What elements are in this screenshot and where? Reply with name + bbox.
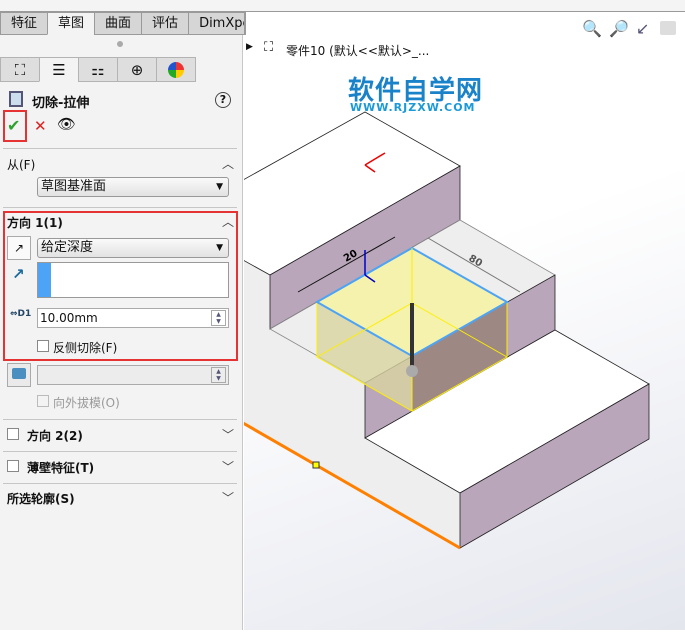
reverse-direction-button[interactable]: ↗ (7, 236, 31, 260)
tree-icon: ⚏ (91, 60, 105, 79)
tab-features[interactable]: 特征 (0, 12, 49, 35)
tab-evaluate[interactable]: 评估 (141, 12, 190, 35)
draft-outward-label: 向外拔模(O) (53, 396, 120, 410)
feature-manager-tab[interactable]: ⛶ (0, 57, 40, 82)
draft-button[interactable] (7, 363, 31, 387)
cut-extrude-icon (9, 91, 23, 107)
dropdown-arrow-icon: ▼ (216, 243, 223, 253)
chevron-down-icon[interactable]: ﹀ (222, 489, 234, 506)
chevron-down-icon[interactable]: ﹀ (222, 458, 234, 475)
direction-selection-box[interactable] (37, 262, 229, 298)
tab-dimxpert-edge (244, 12, 246, 35)
crosshair-icon: ⊕ (130, 60, 144, 79)
depth-icon: ⇔D1 (10, 309, 32, 319)
selection-indicator (38, 263, 51, 297)
tab-surfaces[interactable]: 曲面 (94, 12, 143, 35)
watermark-url: WWW.RJZXW.COM (350, 101, 476, 114)
end-condition-select[interactable]: 给定深度 ▼ (37, 238, 229, 258)
chevron-up-icon[interactable]: ︿ (222, 213, 234, 230)
drag-handle (406, 365, 418, 377)
section-view-icon[interactable] (660, 21, 676, 35)
direction2-section-label: 方向 2(2) (27, 429, 83, 443)
direction1-section-label: 方向 1(1) (7, 216, 63, 230)
configuration-manager-tab[interactable]: ⚏ (78, 57, 118, 82)
chevron-down-icon[interactable]: ﹀ (222, 426, 234, 443)
from-select[interactable]: 草图基准面 ▼ (37, 177, 229, 197)
dropdown-arrow-icon: ▼ (216, 182, 223, 192)
panel-grip[interactable] (117, 41, 123, 47)
depth-value: 10.00mm (40, 311, 98, 325)
direction2-checkbox[interactable] (7, 428, 19, 440)
depth-spinner[interactable]: ▲ ▼ (211, 310, 226, 326)
preview-eye-icon[interactable]: 👁 (57, 115, 76, 133)
depth-input[interactable]: 10.00mm ▲ ▼ (37, 308, 229, 328)
display-manager-tab[interactable] (156, 57, 196, 82)
help-icon[interactable]: ? (215, 92, 231, 108)
zoom-to-fit-icon[interactable]: 🔍 (582, 19, 602, 38)
manager-tabs: ⛶ ☰ ⚏ ⊕ (0, 57, 196, 82)
flip-side-checkbox[interactable] (37, 340, 49, 352)
thin-feature-checkbox[interactable] (7, 460, 19, 472)
cancel-button[interactable]: ✕ (34, 117, 47, 135)
flip-side-label: 反侧切除(F) (53, 341, 118, 355)
divider (3, 451, 237, 452)
divider (3, 148, 237, 149)
tree-expand-arrow-icon[interactable]: ▶ (246, 42, 253, 52)
divider (3, 419, 237, 420)
draft-outward-checkbox[interactable] (37, 395, 49, 407)
selected-contours-section-label: 所选轮廓(S) (7, 492, 75, 506)
top-toolbar-strip (0, 0, 685, 12)
divider (3, 207, 237, 208)
zoom-to-area-icon[interactable]: 🔎 (609, 19, 629, 38)
thin-feature-section-label: 薄壁特征(T) (27, 461, 95, 475)
edge-point-marker (312, 461, 320, 469)
draft-icon (12, 368, 26, 379)
property-manager-tab[interactable]: ☰ (39, 57, 79, 82)
reverse-arrow-icon: ↗ (13, 241, 25, 255)
end-condition-value: 给定深度 (41, 240, 94, 255)
draft-spinner[interactable]: ▲ ▼ (211, 367, 226, 383)
previous-view-icon[interactable]: ↙ (636, 19, 649, 38)
part-icon: ⛶ (14, 60, 26, 79)
tab-sketch[interactable]: 草图 (47, 12, 96, 35)
dimxpert-manager-tab[interactable]: ⊕ (117, 57, 157, 82)
from-section-label: 从(F) (7, 158, 36, 172)
chevron-up-icon[interactable]: ︿ (222, 155, 234, 172)
ok-button[interactable]: ✔ (7, 116, 20, 135)
list-icon: ☰ (52, 60, 66, 79)
divider (3, 483, 237, 484)
command-manager-tabs: 特征 草图 曲面 评估 DimXpert (0, 12, 272, 35)
part-icon: ⛶ (264, 40, 274, 55)
feature-title: 切除-拉伸 (32, 96, 90, 111)
draft-angle-input[interactable]: ▲ ▼ (37, 365, 229, 385)
part-tree-node[interactable]: 零件10 (默认<<默认>_... (286, 42, 429, 59)
from-select-value: 草图基准面 (41, 179, 107, 194)
direction-vector-icon: ↗ (12, 265, 25, 283)
graphics-area[interactable]: 20 80 ▶ ⛶ 零件10 (默认<<默认>_... 软件自学网 WWW.RJ… (242, 12, 685, 630)
color-wheel-icon (168, 61, 184, 78)
